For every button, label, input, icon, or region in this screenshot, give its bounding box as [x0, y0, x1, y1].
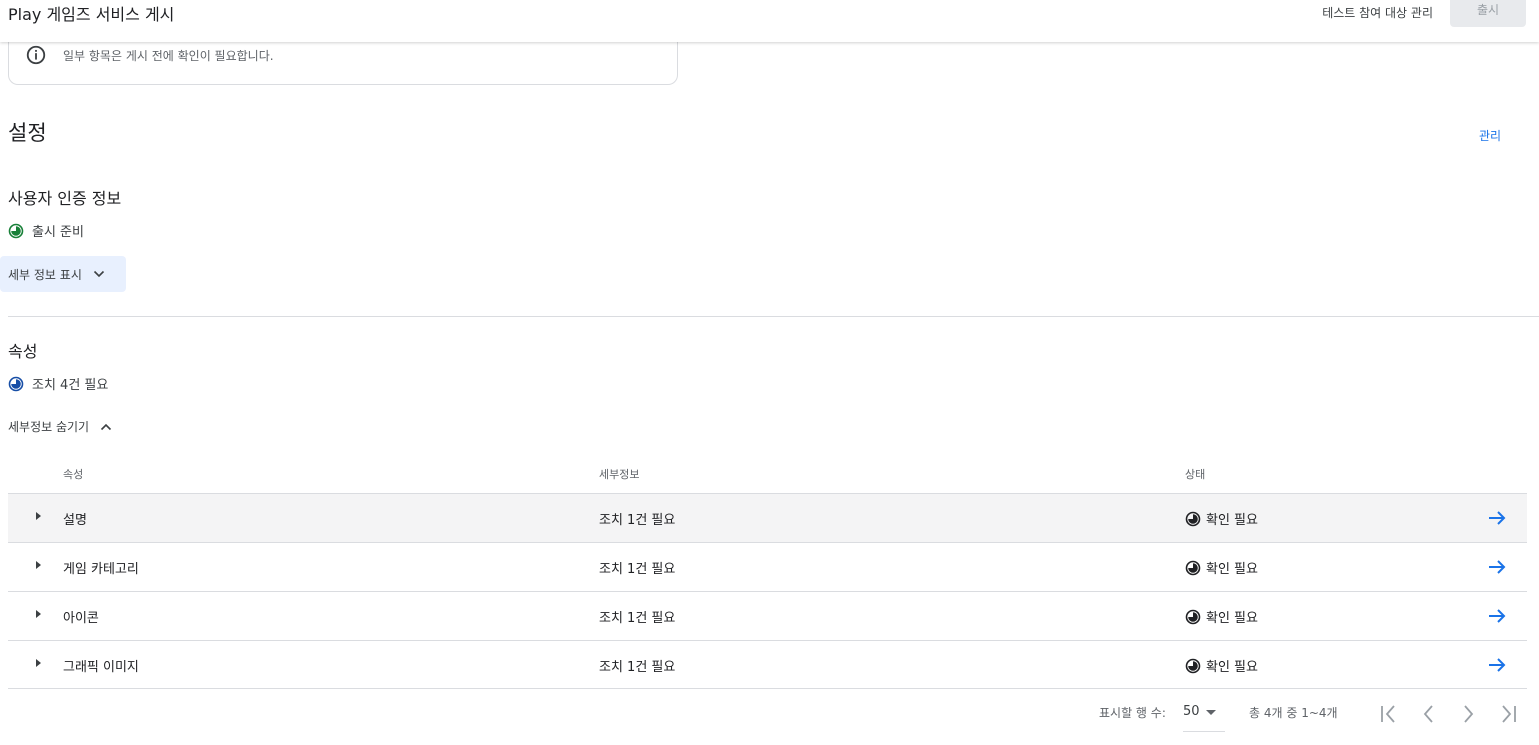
ready-status-icon: [8, 223, 24, 238]
notice-text: 일부 항목은 게시 전에 확인이 필요합니다.: [63, 49, 274, 63]
last-page-icon[interactable]: [1496, 702, 1520, 726]
section-divider: [8, 316, 1539, 317]
table-row[interactable]: 그래픽 이미지 조치 1건 필요 확인 필요: [8, 640, 1527, 689]
pending-status-icon: [1185, 609, 1201, 624]
expand-row-icon[interactable]: [36, 610, 41, 618]
hide-details-label: 세부정보 숨기기: [8, 420, 90, 434]
previous-page-icon[interactable]: [1417, 702, 1441, 726]
credentials-title: 사용자 인증 정보: [8, 189, 122, 208]
property-name: 설명: [63, 513, 87, 528]
property-status-text: 확인 필요: [1206, 660, 1258, 675]
property-status: 확인 필요: [1185, 509, 1258, 528]
pending-status-icon: [1185, 511, 1201, 526]
properties-status-text: 조치 4건 필요: [32, 378, 109, 393]
column-header-property: 속성: [63, 468, 84, 481]
table-row[interactable]: 설명 조치 1건 필요 확인 필요: [8, 493, 1527, 542]
pending-status-icon: [8, 376, 24, 391]
properties-title: 속성: [8, 342, 38, 361]
info-icon: [26, 45, 46, 65]
credentials-status: 출시 준비: [8, 221, 84, 240]
page-title: Play 게임즈 서비스 게시: [8, 5, 175, 24]
expand-row-icon[interactable]: [36, 659, 41, 667]
property-details: 조치 1건 필요: [599, 562, 676, 577]
arrow-right-icon[interactable]: [1486, 556, 1508, 578]
properties-status: 조치 4건 필요: [8, 374, 108, 393]
property-status-text: 확인 필요: [1206, 562, 1258, 577]
arrow-right-icon[interactable]: [1486, 605, 1508, 627]
hide-details-toggle[interactable]: 세부정보 숨기기: [8, 418, 113, 435]
table-row[interactable]: 게임 카테고리 조치 1건 필요 확인 필요: [8, 542, 1527, 591]
pending-status-icon: [1185, 658, 1201, 673]
property-name: 그래픽 이미지: [63, 660, 139, 675]
chevron-down-icon: [93, 270, 104, 278]
property-status: 확인 필요: [1185, 656, 1258, 675]
column-header-status: 상태: [1185, 468, 1206, 481]
property-details: 조치 1건 필요: [599, 513, 676, 528]
rows-per-page-label: 표시할 행 수:: [1099, 706, 1166, 720]
property-status-text: 확인 필요: [1206, 611, 1258, 626]
manage-link[interactable]: 관리: [1479, 127, 1501, 144]
pagination-range: 총 4개 중 1~4개: [1249, 706, 1338, 720]
rows-per-page-select[interactable]: 50: [1183, 700, 1225, 732]
release-button[interactable]: 출시: [1450, 0, 1526, 27]
expand-row-icon[interactable]: [36, 512, 41, 520]
arrow-right-icon[interactable]: [1486, 654, 1508, 676]
credentials-status-text: 출시 준비: [32, 225, 84, 240]
next-page-icon[interactable]: [1456, 702, 1480, 726]
first-page-icon[interactable]: [1377, 702, 1401, 726]
property-details: 조치 1건 필요: [599, 660, 676, 675]
expand-row-icon[interactable]: [36, 561, 41, 569]
table-row[interactable]: 아이콘 조치 1건 필요 확인 필요: [8, 591, 1527, 640]
column-header-details: 세부정보: [599, 468, 640, 481]
pending-status-icon: [1185, 560, 1201, 575]
show-details-label: 세부 정보 표시: [8, 267, 82, 282]
chevron-up-icon: [101, 423, 112, 430]
rows-per-page-value: 50: [1183, 704, 1200, 719]
dropdown-caret-icon: [1205, 710, 1216, 715]
show-details-toggle[interactable]: 세부 정보 표시: [0, 256, 126, 292]
property-status-text: 확인 필요: [1206, 513, 1258, 528]
top-app-bar: Play 게임즈 서비스 게시 테스트 참여 대상 관리 출시: [0, 0, 1539, 42]
settings-title: 설정: [8, 121, 47, 145]
property-name: 아이콘: [63, 611, 99, 626]
property-name: 게임 카테고리: [63, 562, 139, 577]
manage-testers-link[interactable]: 테스트 참여 대상 관리: [1322, 4, 1433, 21]
property-status: 확인 필요: [1185, 607, 1258, 626]
property-details: 조치 1건 필요: [599, 611, 676, 626]
arrow-right-icon[interactable]: [1486, 507, 1508, 529]
property-status: 확인 필요: [1185, 558, 1258, 577]
